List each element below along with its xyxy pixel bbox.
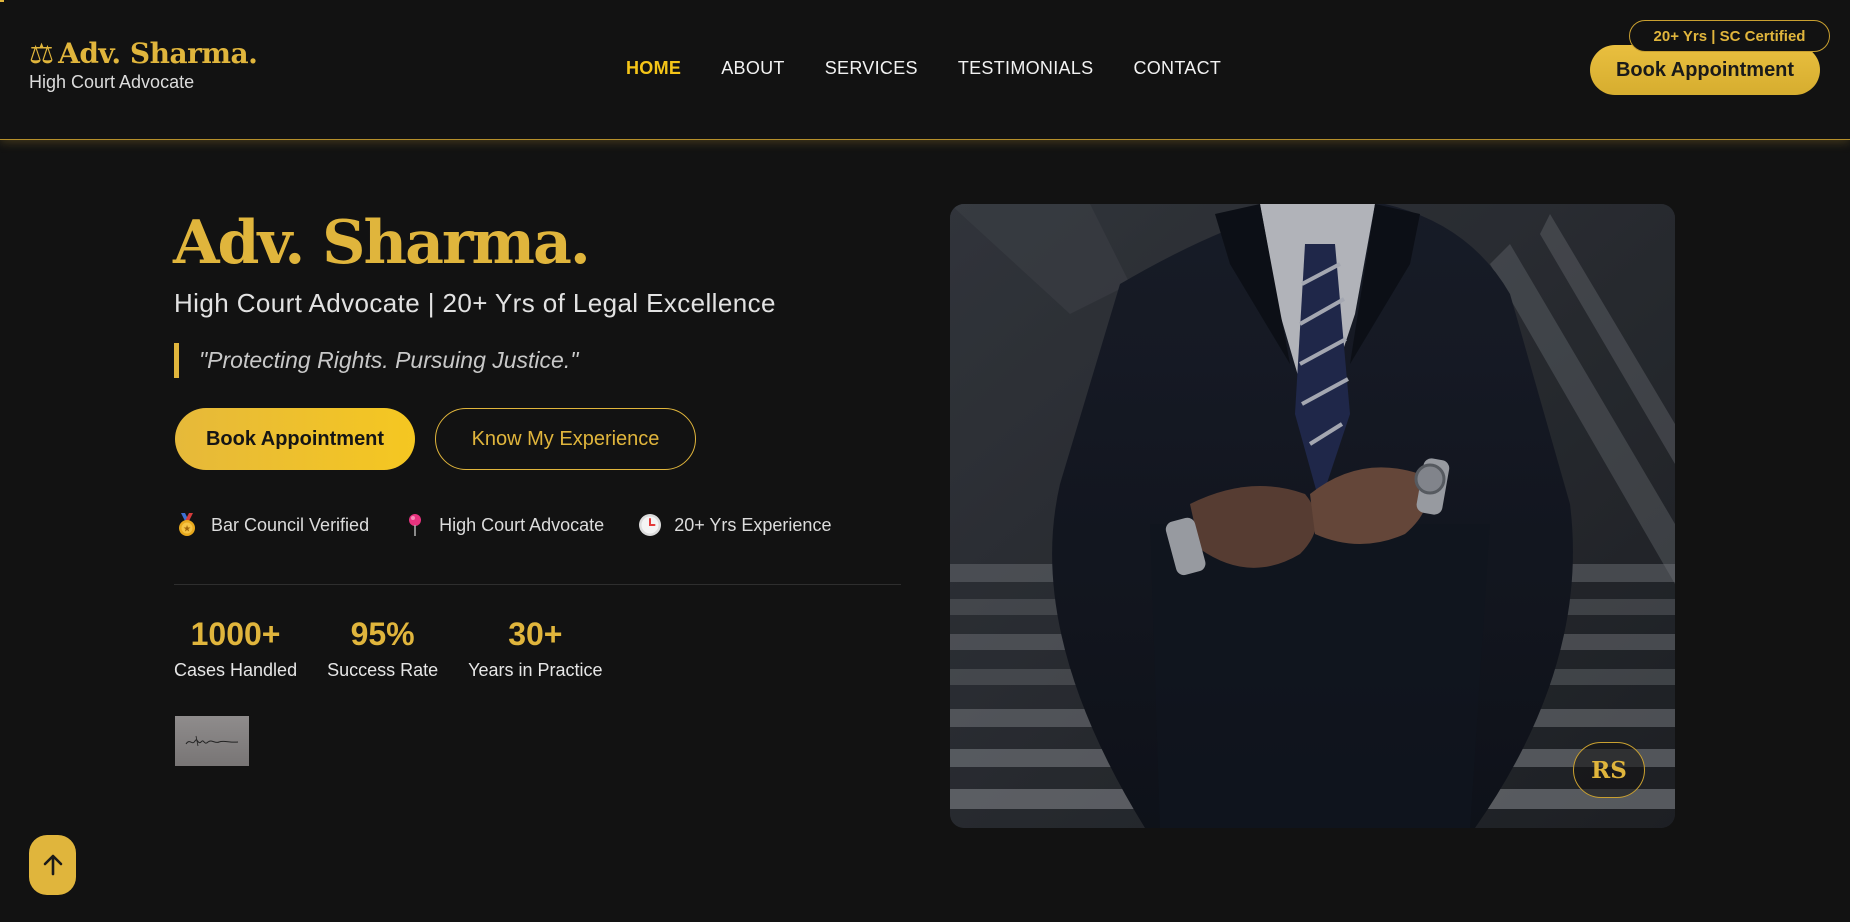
arrow-up-icon [43, 854, 62, 876]
badge-experience: 20+ Yrs Experience [638, 513, 831, 537]
badge-label: 20+ Yrs Experience [674, 514, 832, 535]
badge-label: High Court Advocate [439, 514, 605, 535]
know-experience-button[interactable]: Know My Experience [435, 408, 696, 470]
pushpin-icon [403, 513, 427, 537]
stat-value: 1000+ [190, 616, 281, 652]
signature-image [175, 716, 249, 766]
stat-label: Cases Handled [174, 660, 298, 681]
medal-icon: ★ [175, 513, 199, 537]
hero-quote: "Protecting Rights. Pursuing Justice." [174, 343, 578, 378]
credential-badges: ★ Bar Council Verified High Court Advoca… [175, 513, 831, 537]
stats-row: 1000+ Cases Handled 95% Success Rate 30+… [174, 616, 603, 681]
stat-label: Years in Practice [468, 660, 603, 681]
book-appointment-button[interactable]: Book Appointment [175, 408, 415, 470]
badge-high-court: High Court Advocate [403, 513, 604, 537]
nav-home[interactable]: HOME [626, 58, 681, 79]
clock-icon [638, 513, 662, 537]
brand-subtitle: High Court Advocate [29, 72, 195, 92]
hero-photo [950, 204, 1675, 828]
stat-value: 95% [350, 616, 415, 652]
site-header: ⚖ Adv. Sharma. High Court Advocate HOME … [0, 0, 1850, 140]
nav-contact[interactable]: CONTACT [1133, 58, 1221, 79]
stat-cases: 1000+ Cases Handled [174, 616, 298, 681]
header-book-appointment-button[interactable]: Book Appointment [1590, 45, 1820, 95]
stat-label: Success Rate [327, 660, 439, 681]
hero-subtitle: High Court Advocate | 20+ Yrs of Legal E… [174, 288, 776, 318]
main-nav: HOME ABOUT SERVICES TESTIMONIALS CONTACT [626, 58, 1221, 79]
badge-label: Bar Council Verified [211, 514, 370, 535]
certification-badge: 20+ Yrs | SC Certified [1629, 20, 1830, 52]
section-divider [174, 584, 901, 585]
nav-services[interactable]: SERVICES [825, 58, 918, 79]
badge-bar-council: ★ Bar Council Verified [175, 513, 369, 537]
nav-about[interactable]: ABOUT [721, 58, 785, 79]
brand-logo[interactable]: ⚖ Adv. Sharma. High Court Advocate [29, 37, 258, 93]
nav-testimonials[interactable]: TESTIMONIALS [958, 58, 1094, 79]
scroll-to-top-button[interactable] [29, 835, 76, 895]
hero-title: Adv. Sharma. [173, 208, 591, 278]
stat-years: 30+ Years in Practice [468, 616, 603, 681]
svg-text:★: ★ [183, 525, 191, 535]
stat-value: 30+ [508, 616, 563, 652]
brand-name: Adv. Sharma. [58, 37, 258, 70]
balance-scale-icon: ⚖ [29, 37, 55, 70]
photo-monogram-badge: RS [1573, 742, 1645, 798]
stat-success: 95% Success Rate [327, 616, 439, 681]
